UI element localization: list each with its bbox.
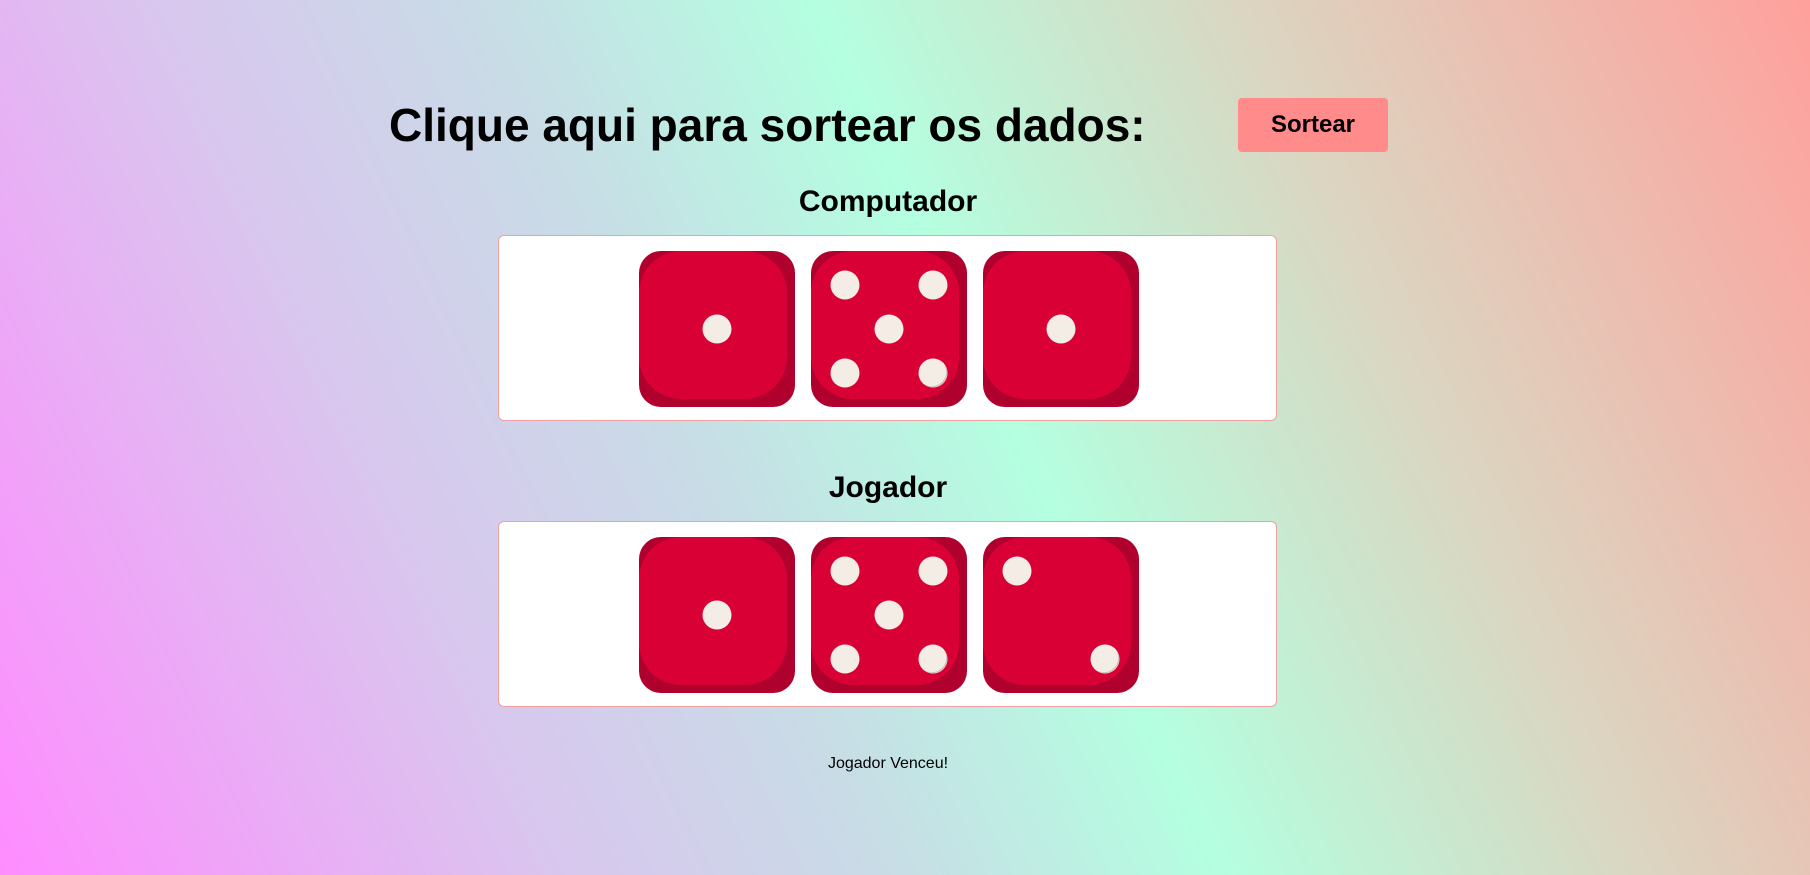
die-pip [702,600,732,630]
player-die-1 [639,537,795,693]
computer-die-2 [811,251,967,407]
player-dice-panel [498,521,1277,707]
die-pip [830,556,860,586]
die-pip [830,270,860,300]
die-pip [1046,314,1076,344]
player-die-2 [811,537,967,693]
die-pip [830,358,860,388]
die-pip [918,270,948,300]
player-title: Jogador [828,471,948,504]
computer-die-1 [639,251,795,407]
die-pip [918,644,948,674]
result-text: Jogador Venceu! [827,755,949,772]
player-dice-row [639,537,1139,693]
die-pip [1002,556,1032,586]
die-pip [830,644,860,674]
page-title: Clique aqui para sortear os dados: [389,99,1146,151]
die-pip [918,358,948,388]
header: Clique aqui para sortear os dados: Sorte… [389,98,1389,154]
die-pip [1090,644,1120,674]
die-pip [874,314,904,344]
die-pip [918,556,948,586]
sortear-button[interactable]: Sortear [1238,98,1388,152]
computer-title: Computador [798,185,978,218]
computer-dice-panel [498,235,1277,421]
player-die-3 [983,537,1139,693]
computer-die-3 [983,251,1139,407]
die-pip [702,314,732,344]
die-pip [874,600,904,630]
computer-dice-row [639,251,1139,407]
